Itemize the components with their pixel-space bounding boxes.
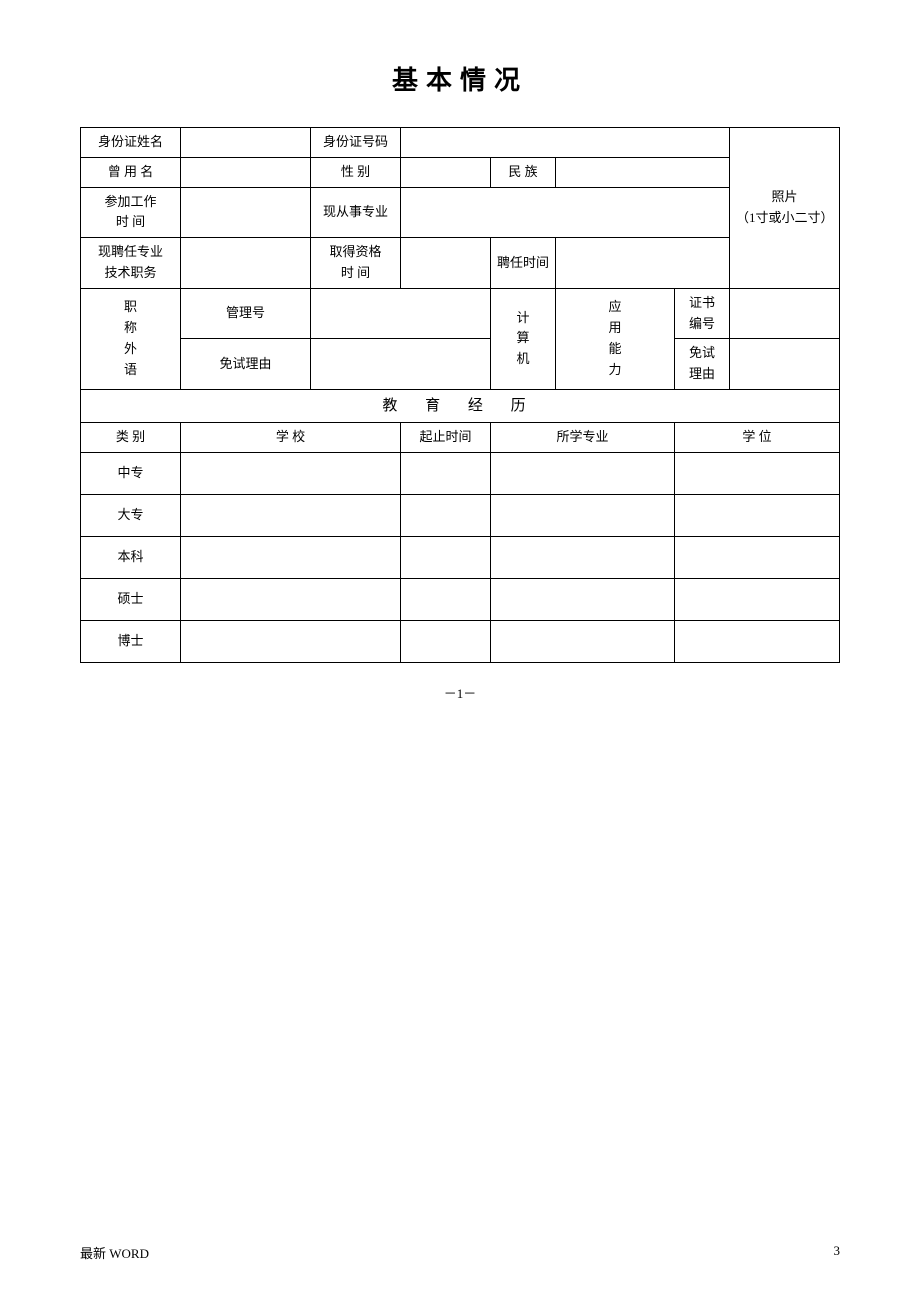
edu-row-benke: 本科 bbox=[81, 536, 840, 578]
exempt-reason-label2: 免试理由 bbox=[675, 339, 730, 390]
id-name-value bbox=[181, 128, 311, 158]
apply-ability-label: 应用能力 bbox=[556, 288, 675, 389]
edu-col-school: 学 校 bbox=[181, 422, 401, 452]
exempt-reason-label1: 免试理由 bbox=[181, 339, 311, 390]
edu-degree-benke bbox=[675, 536, 840, 578]
edu-col-dates: 起止时间 bbox=[401, 422, 491, 452]
page-title: 基本情况 bbox=[80, 60, 840, 97]
cert-num-label: 证书编号 bbox=[675, 288, 730, 339]
edu-school-shuoshi bbox=[181, 578, 401, 620]
edu-dates-dazhuan bbox=[401, 494, 491, 536]
edu-degree-zhongzhuan bbox=[675, 452, 840, 494]
id-name-label: 身份证姓名 bbox=[81, 128, 181, 158]
id-number-label: 身份证号码 bbox=[311, 128, 401, 158]
qual-date-label: 取得资格时 间 bbox=[311, 238, 401, 289]
page-number: －1－ bbox=[444, 686, 477, 701]
edu-school-boshi bbox=[181, 620, 401, 662]
title-foreign-label: 职称外语 bbox=[81, 288, 181, 389]
edu-major-benke bbox=[491, 536, 675, 578]
table-row: 免试理由 免试理由 bbox=[81, 339, 840, 390]
edu-school-zhongzhuan bbox=[181, 452, 401, 494]
edu-row-shuoshi: 硕士 bbox=[81, 578, 840, 620]
management-num-label: 管理号 bbox=[181, 288, 311, 339]
former-name-label: 曾 用 名 bbox=[81, 157, 181, 187]
edu-type-boshi: 博士 bbox=[81, 620, 181, 662]
exempt-reason-value1 bbox=[311, 339, 491, 390]
bottom-left-text: 最新 WORD bbox=[80, 1243, 149, 1262]
edu-school-benke bbox=[181, 536, 401, 578]
hire-date-value bbox=[556, 238, 730, 289]
photo-label: 照片 bbox=[736, 187, 833, 208]
bottom-right-text: 3 bbox=[834, 1243, 841, 1262]
ethnicity-label: 民 族 bbox=[491, 157, 556, 187]
edu-dates-boshi bbox=[401, 620, 491, 662]
edu-type-benke: 本科 bbox=[81, 536, 181, 578]
table-row: 曾 用 名 性 别 民 族 bbox=[81, 157, 840, 187]
edu-major-zhongzhuan bbox=[491, 452, 675, 494]
edu-degree-dazhuan bbox=[675, 494, 840, 536]
edu-type-shuoshi: 硕士 bbox=[81, 578, 181, 620]
education-col-header-row: 类 别 学 校 起止时间 所学专业 学 位 bbox=[81, 422, 840, 452]
management-num-value bbox=[311, 288, 491, 339]
edu-type-zhongzhuan: 中专 bbox=[81, 452, 181, 494]
current-position-value bbox=[181, 238, 311, 289]
edu-dates-shuoshi bbox=[401, 578, 491, 620]
edu-dates-zhongzhuan bbox=[401, 452, 491, 494]
edu-col-degree: 学 位 bbox=[675, 422, 840, 452]
education-header-row: 教 育 经 历 bbox=[81, 389, 840, 422]
main-table: 身份证姓名 身份证号码 照片 （1寸或小二寸） 曾 用 名 性 别 民 族 参加… bbox=[80, 127, 840, 663]
work-start-label: 参加工作时 间 bbox=[81, 187, 181, 238]
table-row: 现聘任专业技术职务 取得资格时 间 聘任时间 bbox=[81, 238, 840, 289]
gender-label: 性 别 bbox=[311, 157, 401, 187]
hire-date-label: 聘任时间 bbox=[491, 238, 556, 289]
cert-num-value bbox=[730, 288, 840, 339]
page-footer: －1－ bbox=[80, 683, 840, 702]
photo-sub-label: （1寸或小二寸） bbox=[736, 208, 833, 229]
edu-dates-benke bbox=[401, 536, 491, 578]
edu-major-shuoshi bbox=[491, 578, 675, 620]
table-row: 身份证姓名 身份证号码 照片 （1寸或小二寸） bbox=[81, 128, 840, 158]
edu-row-zhongzhuan: 中专 bbox=[81, 452, 840, 494]
photo-cell: 照片 （1寸或小二寸） bbox=[730, 128, 840, 289]
former-name-value bbox=[181, 157, 311, 187]
edu-row-boshi: 博士 bbox=[81, 620, 840, 662]
exempt-reason-value2 bbox=[730, 339, 840, 390]
page-container: 基本情况 身份证姓名 身份证号码 照片 （1寸或小二寸） 曾 用 名 性 别 民… bbox=[0, 0, 920, 1302]
qual-date-value bbox=[401, 238, 491, 289]
current-position-label: 现聘任专业技术职务 bbox=[81, 238, 181, 289]
education-section-title: 教 育 经 历 bbox=[81, 389, 840, 422]
page-bottom: 最新 WORD 3 bbox=[80, 1243, 840, 1262]
edu-col-major: 所学专业 bbox=[491, 422, 675, 452]
id-number-value bbox=[401, 128, 730, 158]
edu-major-boshi bbox=[491, 620, 675, 662]
gender-value bbox=[401, 157, 491, 187]
edu-degree-boshi bbox=[675, 620, 840, 662]
edu-col-type: 类 别 bbox=[81, 422, 181, 452]
current-specialty-label: 现从事专业 bbox=[311, 187, 401, 238]
edu-type-dazhuan: 大专 bbox=[81, 494, 181, 536]
edu-degree-shuoshi bbox=[675, 578, 840, 620]
work-start-value bbox=[181, 187, 311, 238]
current-specialty-value bbox=[401, 187, 730, 238]
edu-major-dazhuan bbox=[491, 494, 675, 536]
ethnicity-value bbox=[556, 157, 730, 187]
table-row: 职称外语 管理号 计算机 应用能力 证书编号 bbox=[81, 288, 840, 339]
table-row: 参加工作时 间 现从事专业 bbox=[81, 187, 840, 238]
computer-label: 计算机 bbox=[491, 288, 556, 389]
edu-school-dazhuan bbox=[181, 494, 401, 536]
edu-row-dazhuan: 大专 bbox=[81, 494, 840, 536]
